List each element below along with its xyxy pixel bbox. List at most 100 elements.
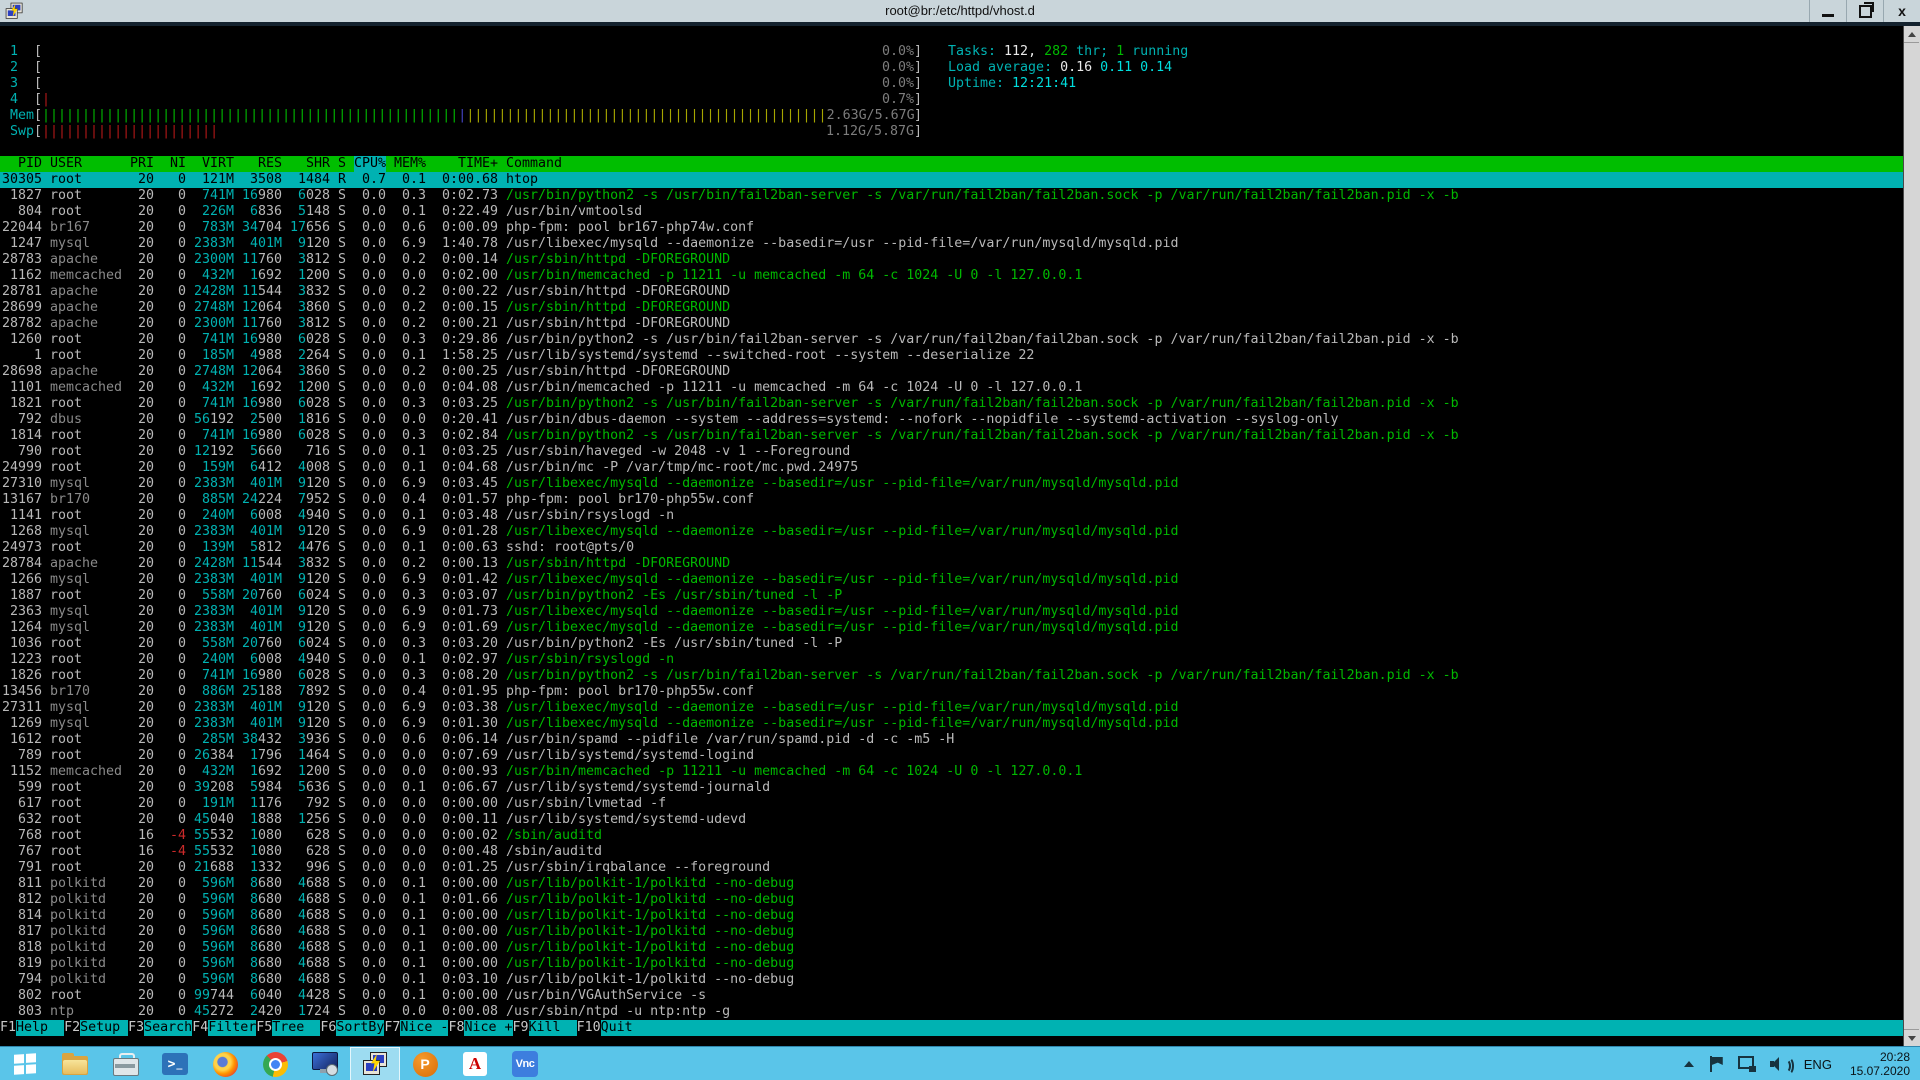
process-row[interactable]: 13167br170200885M242247952S0.00.40:01.57… [0, 492, 1904, 508]
process-row[interactable]: 1036root200558M207606024S0.00.30:03.20/u… [0, 636, 1904, 652]
process-row[interactable]: 1root200185M49882264S0.00.11:58.25/usr/l… [0, 348, 1904, 364]
process-row[interactable]: 28781apache2002428M115443832S0.00.20:00.… [0, 284, 1904, 300]
column-header-pid[interactable]: PID [2, 156, 42, 172]
taskbar-powershell[interactable]: >_ [150, 1047, 200, 1080]
taskbar-file-explorer[interactable] [50, 1047, 100, 1080]
column-header-pri[interactable]: PRI [130, 156, 154, 172]
fkey-f6-sortby[interactable]: F6SortBy [320, 1020, 384, 1036]
column-header-mem[interactable]: MEM% [394, 156, 426, 172]
process-row[interactable]: 2363mysql2002383M401M9120S0.06.90:01.73/… [0, 604, 1904, 620]
restore-button[interactable] [1846, 0, 1883, 22]
process-row[interactable]: 1101memcached200432M16921200S0.00.00:04.… [0, 380, 1904, 396]
column-header-cpu[interactable]: CPU% [354, 156, 386, 172]
process-row[interactable]: 1814root200741M169806028S0.00.30:02.84/u… [0, 428, 1904, 444]
fkey-f1-help[interactable]: F1Help [0, 1020, 64, 1036]
fkey-f5-tree[interactable]: F5Tree [256, 1020, 320, 1036]
terminal-window[interactable]: 1[0.0%]2[0.0%]3[0.0%]4[|0.7%]Mem[|||||||… [0, 26, 1920, 1046]
fkey-f10-quit[interactable]: F10Quit [577, 1020, 649, 1036]
taskbar-firefox[interactable] [200, 1047, 250, 1080]
column-header-time+[interactable]: TIME+ [434, 156, 498, 172]
process-row[interactable]: 1268mysql2002383M401M9120S0.06.90:01.28/… [0, 524, 1904, 540]
process-row[interactable]: 1266mysql2002383M401M9120S0.06.90:01.42/… [0, 572, 1904, 588]
taskbar-chrome[interactable] [250, 1047, 300, 1080]
process-row[interactable]: 792dbus2005619225001816S0.00.00:20.41/us… [0, 412, 1904, 428]
volume-icon[interactable] [1770, 1056, 1790, 1072]
fkey-f3-search[interactable]: F3Search [128, 1020, 192, 1036]
show-hidden-icons-icon[interactable] [1684, 1061, 1694, 1067]
window-titlebar[interactable]: root@br:/etc/httpd/vhost.d x [0, 0, 1920, 26]
process-row[interactable]: 13456br170200886M251887892S0.00.40:01.95… [0, 684, 1904, 700]
process-row[interactable]: 1821root200741M169806028S0.00.30:03.25/u… [0, 396, 1904, 412]
process-row[interactable]: 27310mysql2002383M401M9120S0.06.90:03.45… [0, 476, 1904, 492]
process-row[interactable]: 1264mysql2002383M401M9120S0.06.90:01.69/… [0, 620, 1904, 636]
column-header-command[interactable]: Command [506, 156, 1904, 172]
process-row[interactable]: 28699apache2002748M120643860S0.00.20:00.… [0, 300, 1904, 316]
process-row[interactable]: 1247mysql2002383M401M9120S0.06.91:40.78/… [0, 236, 1904, 252]
process-row[interactable]: 617root200191M1176792S0.00.00:00.00/usr/… [0, 796, 1904, 812]
process-row[interactable]: 818polkitd200596M86804688S0.00.10:00.00/… [0, 940, 1904, 956]
process-row[interactable]: 1269mysql2002383M401M9120S0.06.90:01.30/… [0, 716, 1904, 732]
process-row[interactable]: 1612root200285M384323936S0.00.60:06.14/u… [0, 732, 1904, 748]
fkey-f4-filter[interactable]: F4Filter [192, 1020, 256, 1036]
process-row[interactable]: 1141root200240M60084940S0.00.10:03.48/us… [0, 508, 1904, 524]
taskbar-remote-desktop[interactable] [300, 1047, 350, 1080]
process-row[interactable]: 819polkitd200596M86804688S0.00.10:00.00/… [0, 956, 1904, 972]
taskbar-start-button[interactable] [0, 1047, 50, 1080]
process-row[interactable]: 1152memcached200432M16921200S0.00.00:00.… [0, 764, 1904, 780]
taskbar-vnc-viewer[interactable]: Vnc [500, 1047, 550, 1080]
process-row[interactable]: 599root2003920859845636S0.00.10:06.67/us… [0, 780, 1904, 796]
network-icon[interactable] [1738, 1056, 1756, 1072]
process-row[interactable]: 24973root200139M58124476S0.00.10:00.63ss… [0, 540, 1904, 556]
column-header-user[interactable]: USER [50, 156, 122, 172]
column-header-virt[interactable]: VIRT [194, 156, 234, 172]
clock[interactable]: 20:28 15.07.2020 [1850, 1050, 1910, 1078]
process-row-selected[interactable]: 30305root200121M35081484R0.70.10:00.68ht… [0, 172, 1904, 188]
process-row[interactable]: 768root16-4555321080628S0.00.00:00.02/sb… [0, 828, 1904, 844]
taskbar-server-manager[interactable] [100, 1047, 150, 1080]
taskbar-putty[interactable] [350, 1047, 400, 1080]
process-row[interactable]: 27311mysql2002383M401M9120S0.06.90:03.38… [0, 700, 1904, 716]
fkey-f2-setup[interactable]: F2Setup [64, 1020, 128, 1036]
process-row[interactable]: 811polkitd200596M86804688S0.00.10:00.00/… [0, 876, 1904, 892]
scroll-up-button[interactable] [1904, 26, 1919, 43]
process-row[interactable]: 1260root200741M169806028S0.00.30:29.86/u… [0, 332, 1904, 348]
process-row[interactable]: 1887root200558M207606024S0.00.30:03.07/u… [0, 588, 1904, 604]
process-row[interactable]: 28784apache2002428M115443832S0.00.20:00.… [0, 556, 1904, 572]
process-row[interactable]: 632root2004504018881256S0.00.00:00.11/us… [0, 812, 1904, 828]
process-row[interactable]: 803ntp2004527224201724S0.00.00:00.08/usr… [0, 1004, 1904, 1020]
process-row[interactable]: 791root200216881332996S0.00.00:01.25/usr… [0, 860, 1904, 876]
process-row[interactable]: 1826root200741M169806028S0.00.30:08.20/u… [0, 668, 1904, 684]
minimize-button[interactable] [1809, 0, 1846, 22]
process-row[interactable]: 817polkitd200596M86804688S0.00.10:00.00/… [0, 924, 1904, 940]
process-row[interactable]: 28698apache2002748M120643860S0.00.20:00.… [0, 364, 1904, 380]
taskbar-acrobat-reader[interactable]: A [450, 1047, 500, 1080]
taskbar-prtg[interactable]: P [400, 1047, 450, 1080]
column-header-shr[interactable]: SHR [290, 156, 330, 172]
process-row[interactable]: 794polkitd200596M86804688S0.00.10:03.10/… [0, 972, 1904, 988]
process-row[interactable]: 1827root200741M169806028S0.00.30:02.73/u… [0, 188, 1904, 204]
process-row[interactable]: 802root2009974460404428S0.00.10:00.00/us… [0, 988, 1904, 1004]
fkey-f8-nice+[interactable]: F8Nice + [448, 1020, 512, 1036]
process-row[interactable]: 1162memcached200432M16921200S0.00.00:02.… [0, 268, 1904, 284]
process-row[interactable]: 767root16-4555321080628S0.00.00:00.48/sb… [0, 844, 1904, 860]
process-row[interactable]: 28782apache2002300M117603812S0.00.20:00.… [0, 316, 1904, 332]
process-row[interactable]: 812polkitd200596M86804688S0.00.10:01.66/… [0, 892, 1904, 908]
action-center-flag-icon[interactable] [1710, 1056, 1724, 1072]
language-indicator[interactable]: ENG [1804, 1057, 1832, 1072]
column-header-res[interactable]: RES [242, 156, 282, 172]
process-row[interactable]: 1223root200240M60084940S0.00.10:02.97/us… [0, 652, 1904, 668]
fkey-f9-kill[interactable]: F9Kill [513, 1020, 577, 1036]
process-row[interactable]: 814polkitd200596M86804688S0.00.10:00.00/… [0, 908, 1904, 924]
process-row[interactable]: 789root2002638417961464S0.00.00:07.69/us… [0, 748, 1904, 764]
process-row[interactable]: 790root200121925660716S0.00.10:03.25/usr… [0, 444, 1904, 460]
scroll-down-button[interactable] [1904, 1029, 1919, 1046]
process-row[interactable]: 24999root200159M64124008S0.00.10:04.68/u… [0, 460, 1904, 476]
process-row[interactable]: 22044br167200783M3470417656S0.00.60:00.0… [0, 220, 1904, 236]
column-header-ni[interactable]: NI [162, 156, 186, 172]
process-row[interactable]: 28783apache2002300M117603812S0.00.20:00.… [0, 252, 1904, 268]
fkey-f7-nice-[interactable]: F7Nice - [384, 1020, 448, 1036]
column-header-s[interactable]: S [338, 156, 346, 172]
close-button[interactable]: x [1883, 0, 1920, 22]
terminal-scrollbar[interactable] [1903, 26, 1920, 1046]
process-row[interactable]: 804root200226M68365148S0.00.10:22.49/usr… [0, 204, 1904, 220]
